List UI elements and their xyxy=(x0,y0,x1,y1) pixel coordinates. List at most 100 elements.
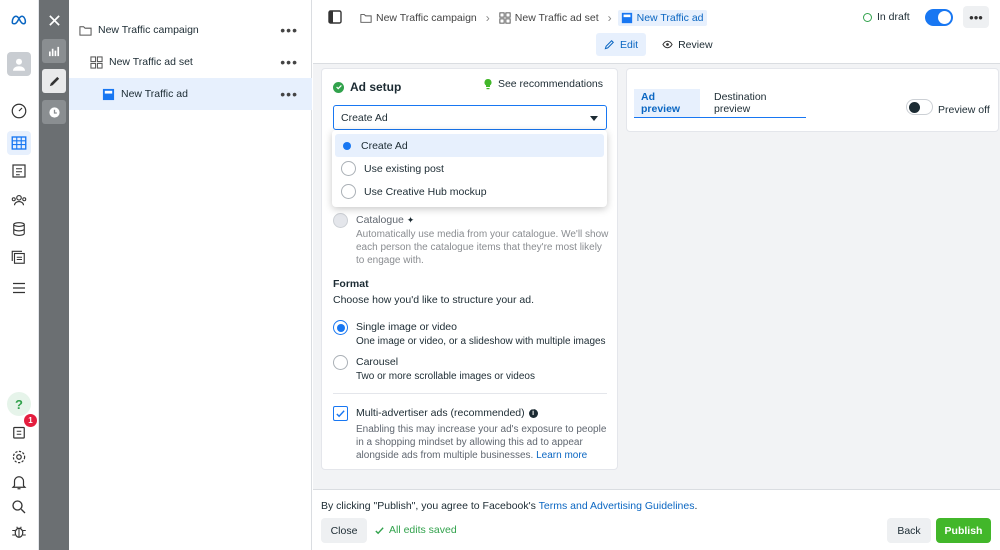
tree-item-adset[interactable]: New Traffic ad set ••• xyxy=(69,46,312,78)
multi-advertiser-option[interactable]: Multi-advertiser ads (recommended) i Enab… xyxy=(333,406,611,462)
terms-prefix: By clicking "Publish", you agree to Face… xyxy=(321,500,539,512)
editor-topbar: New Traffic campaign › New Traffic ad se… xyxy=(313,0,1000,64)
see-recommendations-label: See recommendations xyxy=(497,78,603,90)
sparkle-icon: ✦ xyxy=(406,215,415,225)
dropdown-option-creative-hub[interactable]: Use Creative Hub mockup xyxy=(335,180,604,203)
avatar[interactable] xyxy=(7,52,31,76)
check-icon xyxy=(375,526,384,534)
tree-item-campaign[interactable]: New Traffic campaign ••• xyxy=(69,14,312,46)
format-carousel-radio[interactable] xyxy=(333,355,348,370)
catalogue-desc: Automatically use media from your catalo… xyxy=(356,229,609,266)
dropdown-option-existing-post[interactable]: Use existing post xyxy=(335,157,604,180)
folder-icon xyxy=(79,25,92,36)
breadcrumb-ad-label: New Traffic ad xyxy=(636,12,704,24)
learn-more-link[interactable]: Learn more xyxy=(536,450,587,461)
notifications-icon[interactable]: 1 xyxy=(7,414,37,444)
editor-footer: By clicking "Publish", you agree to Face… xyxy=(313,489,1000,550)
breadcrumb-campaign[interactable]: New Traffic campaign xyxy=(357,10,480,26)
format-single-desc: One image or video, or a slideshow with … xyxy=(356,336,606,347)
ad-setup-heading: Ad setup xyxy=(333,80,401,94)
eye-icon xyxy=(662,40,673,49)
divider xyxy=(333,393,607,394)
bug-report-icon[interactable] xyxy=(7,520,31,544)
see-recommendations-link[interactable]: See recommendations xyxy=(483,78,603,90)
option-label: Use existing post xyxy=(364,162,444,175)
tab-ad-preview[interactable]: Ad preview xyxy=(634,89,700,117)
format-heading: Format xyxy=(333,278,369,290)
ad-icon xyxy=(102,88,115,100)
complete-check-icon xyxy=(333,81,344,93)
option-radio xyxy=(341,161,356,176)
caret-down-icon xyxy=(590,116,598,121)
campaigns-table-icon[interactable] xyxy=(7,131,31,155)
breadcrumb: New Traffic campaign › New Traffic ad se… xyxy=(357,8,707,28)
ad-setup-card: Ad setup See recommendations Create Ad C… xyxy=(321,68,618,470)
chart-icon[interactable] xyxy=(42,39,66,63)
more-options-icon[interactable]: ••• xyxy=(280,22,298,38)
terms-link[interactable]: Terms and Advertising Guidelines xyxy=(539,500,695,512)
format-single-radio[interactable] xyxy=(333,320,348,335)
campaign-tree-panel: New Traffic campaign ••• New Traffic ad … xyxy=(69,0,312,550)
format-carousel-desc: Two or more scrollable images or videos xyxy=(356,371,535,382)
chevron-right-icon: › xyxy=(607,11,612,25)
close-button[interactable]: Close xyxy=(321,518,367,543)
tree-item-ad[interactable]: New Traffic ad ••• xyxy=(69,78,312,110)
save-status: All edits saved xyxy=(374,524,457,536)
dashboard-gauge-icon[interactable] xyxy=(7,99,31,123)
more-options-icon[interactable]: ••• xyxy=(280,54,298,70)
tree-adset-label: New Traffic ad set xyxy=(109,56,193,68)
status-ring-icon xyxy=(863,12,872,22)
terms-suffix: . xyxy=(694,500,698,512)
tree-ad-label: New Traffic ad xyxy=(121,88,188,100)
breadcrumb-adset[interactable]: New Traffic ad set xyxy=(496,10,602,26)
search-icon[interactable] xyxy=(7,495,31,519)
catalog-icon[interactable] xyxy=(7,246,31,270)
ad-on-off-toggle[interactable] xyxy=(925,9,953,26)
tab-edit[interactable]: Edit xyxy=(596,33,647,56)
tab-edit-label: Edit xyxy=(620,38,639,51)
pencil-icon xyxy=(604,40,614,50)
multi-advertiser-checkbox[interactable] xyxy=(333,406,348,421)
audiences-icon[interactable] xyxy=(7,188,31,212)
tree-campaign-label: New Traffic campaign xyxy=(98,24,199,36)
folder-icon xyxy=(360,14,372,23)
toggle-panel-icon[interactable] xyxy=(327,9,343,25)
history-clock-icon[interactable] xyxy=(42,100,66,124)
billing-icon[interactable] xyxy=(7,217,31,241)
dropdown-option-create-ad[interactable]: Create Ad xyxy=(335,134,604,157)
chevron-right-icon: › xyxy=(485,11,490,25)
pages-icon[interactable] xyxy=(7,159,31,183)
menu-icon[interactable] xyxy=(7,276,31,300)
more-actions-button[interactable]: ••• xyxy=(963,6,989,28)
meta-logo-icon[interactable] xyxy=(7,8,31,32)
format-single-title: Single image or video xyxy=(356,321,457,333)
format-single-option[interactable]: Single image or video One image or video… xyxy=(333,320,606,348)
ad-setup-select[interactable]: Create Ad xyxy=(333,105,607,130)
multi-advertiser-title: Multi-advertiser ads (recommended) xyxy=(356,407,525,419)
tab-review-label: Review xyxy=(678,38,713,51)
preview-tabs: Ad preview Destination preview xyxy=(634,89,806,118)
edit-pencil-icon[interactable] xyxy=(42,69,66,93)
editor-tool-strip xyxy=(39,0,69,550)
help-icon[interactable]: ? xyxy=(7,392,31,416)
settings-gear-icon[interactable] xyxy=(7,445,31,469)
editor-content: Ad setup See recommendations Create Ad C… xyxy=(313,64,1000,489)
publish-button[interactable]: Publish xyxy=(936,518,991,543)
close-icon[interactable] xyxy=(42,8,66,32)
info-icon[interactable]: i xyxy=(528,409,538,418)
status-label: In draft xyxy=(877,11,910,23)
ad-icon xyxy=(621,12,632,24)
tab-review[interactable]: Review xyxy=(654,33,720,56)
preview-toggle[interactable] xyxy=(906,99,933,115)
back-button[interactable]: Back xyxy=(887,518,931,543)
format-carousel-option[interactable]: Carousel Two or more scrollable images o… xyxy=(333,355,535,383)
option-label: Use Creative Hub mockup xyxy=(364,185,487,198)
ad-setup-select-value: Create Ad xyxy=(341,111,388,124)
breadcrumb-ad[interactable]: New Traffic ad xyxy=(617,10,707,26)
save-status-label: All edits saved xyxy=(389,524,457,536)
more-options-icon[interactable]: ••• xyxy=(280,86,298,102)
bell-icon[interactable] xyxy=(7,470,31,494)
format-carousel-title: Carousel xyxy=(356,356,399,368)
adset-grid-icon xyxy=(499,12,511,24)
tab-destination-preview[interactable]: Destination preview xyxy=(700,89,806,117)
